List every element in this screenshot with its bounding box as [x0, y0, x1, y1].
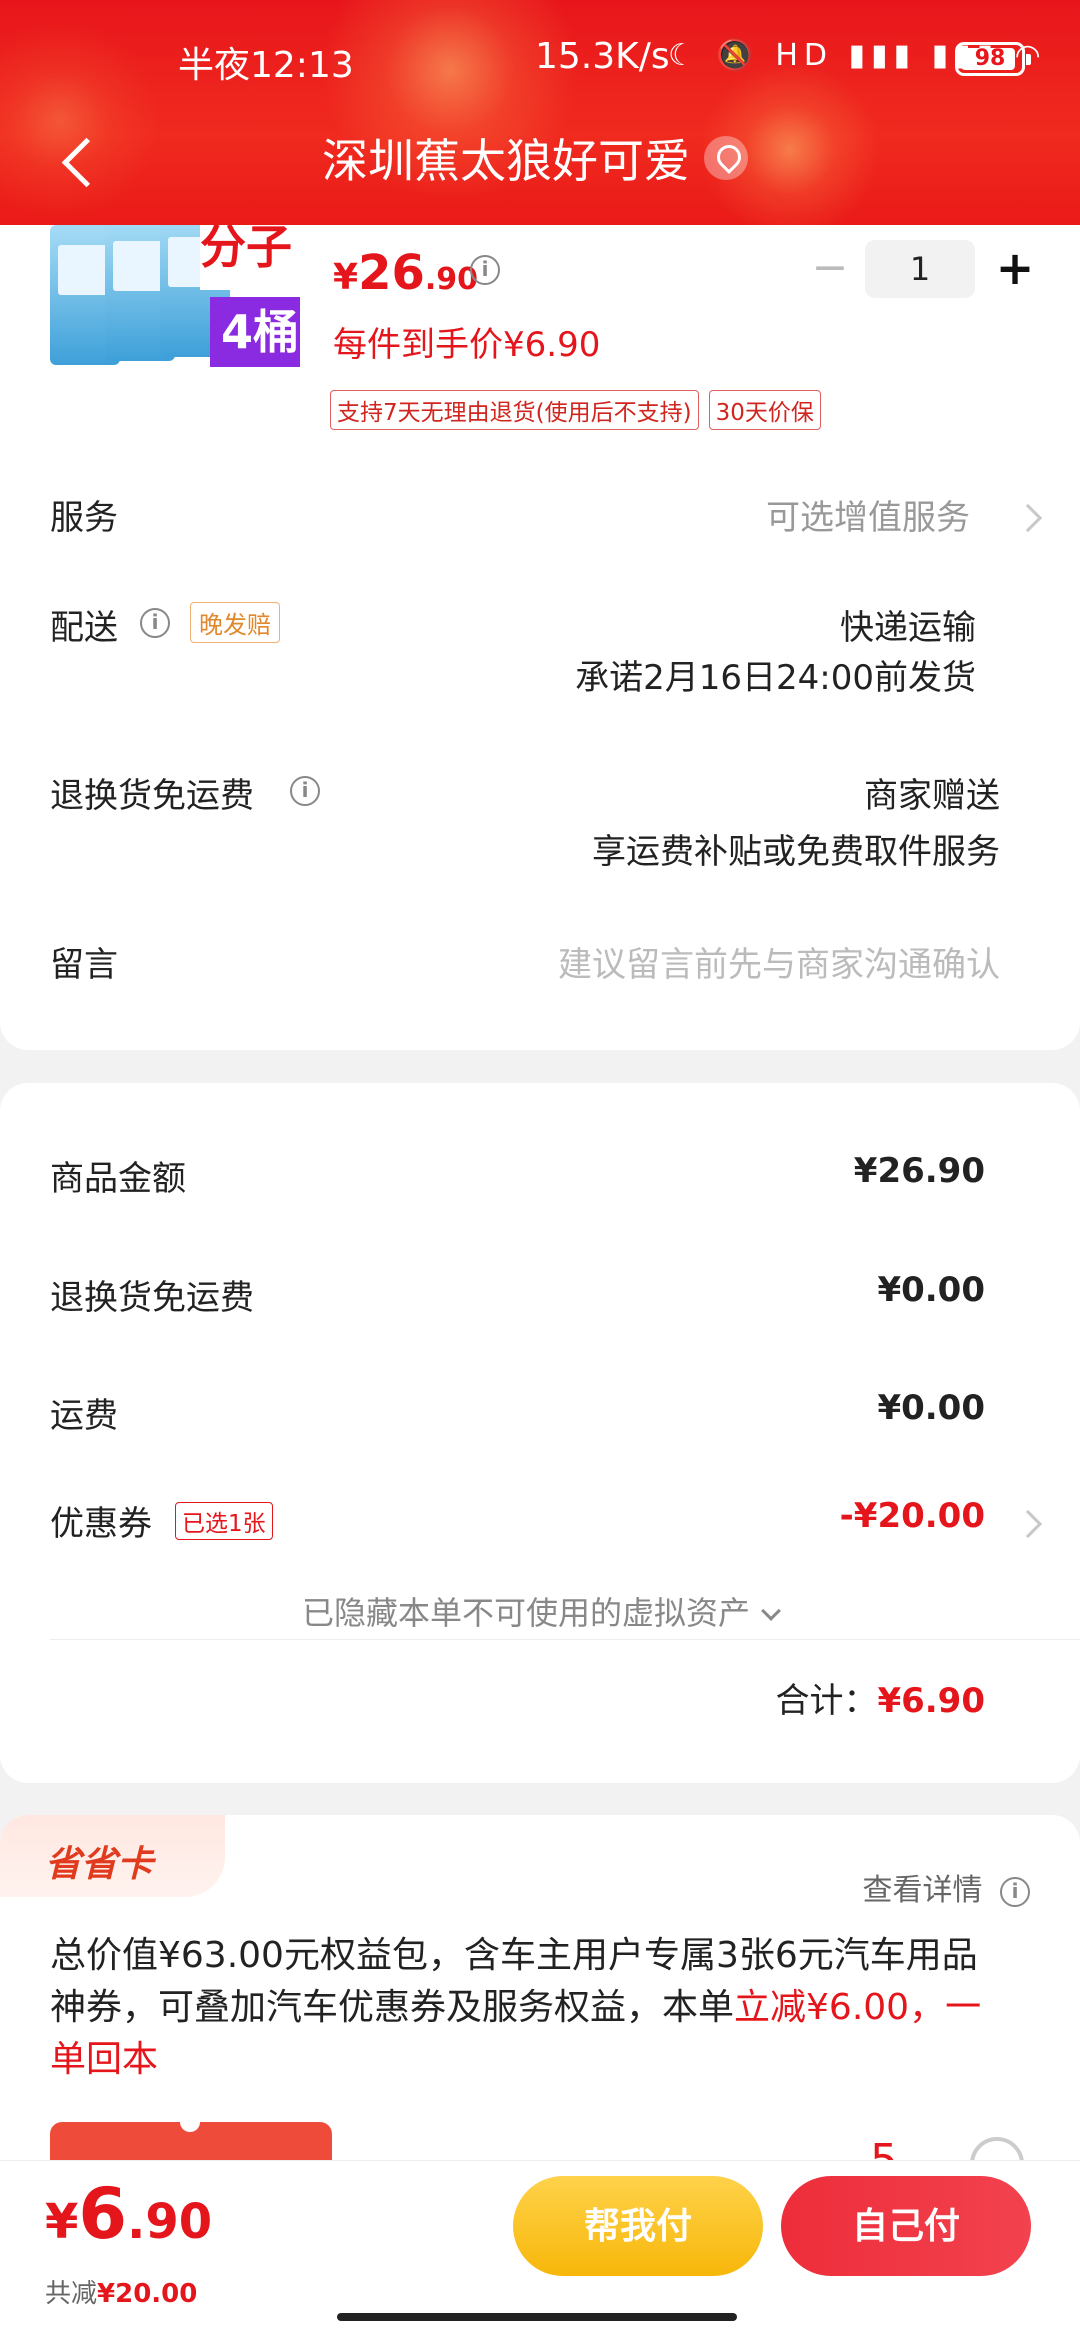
price-protect-tag: 30天价保	[708, 390, 821, 430]
checkout-price-integer: 6	[78, 2173, 128, 2255]
view-details-link[interactable]: 查看详情 i	[862, 1865, 1030, 1909]
info-icon[interactable]: i	[290, 776, 320, 806]
promo-text: 分子	[200, 225, 300, 290]
goods-amount-row: 商品金额 ¥26.90	[0, 1151, 1080, 1201]
chevron-down-icon	[761, 1601, 781, 1621]
delivery-method: 快递运输	[840, 608, 976, 648]
return-shipping-detail: 享运费补贴或免费取件服务	[592, 832, 1000, 872]
info-icon: i	[1000, 1876, 1030, 1907]
shop-name: 深圳蕉太狼好可爱	[322, 134, 690, 188]
shipping-fee-label: 运费	[50, 1396, 118, 1436]
divider	[50, 1639, 1080, 1640]
increase-button[interactable]: +	[990, 240, 1040, 300]
goods-amount-label: 商品金额	[50, 1159, 186, 1199]
savings-card-title: 省省卡	[45, 1844, 154, 1885]
saved-value: ¥20.00	[97, 2279, 198, 2309]
status-time: 半夜12:13	[178, 45, 354, 86]
price-integer: 26	[358, 245, 425, 301]
return-fee-row: 退换货免运费 ¥0.00	[0, 1270, 1080, 1320]
navbar: 深圳蕉太狼好可爱	[0, 115, 1080, 215]
help-me-pay-button[interactable]: 帮我付	[513, 2176, 763, 2276]
delivery-row: 配送 i 晚发赔 快递运输 承诺2月16日24:00前发货	[0, 600, 1080, 700]
note-row[interactable]: 留言 建议留言前先与商家沟通确认	[0, 937, 1080, 997]
chevron-right-icon	[1013, 503, 1043, 533]
info-icon[interactable]: i	[140, 608, 170, 638]
coupon-selected-badge: 已选1张	[175, 1502, 273, 1540]
order-total: 合计：¥6.90	[775, 1673, 985, 1722]
app-header: 半夜12:13 15.3K/s ☾ 🔕 HD ▮▮▮ ▮▮▮ ◠ 98 深圳蕉太…	[0, 0, 1080, 225]
info-icon[interactable]: i	[470, 255, 500, 285]
return-policy-tag: 支持7天无理由退货(使用后不支持)	[330, 390, 699, 430]
shipping-fee-value: ¥0.00	[877, 1388, 985, 1428]
pay-myself-button[interactable]: 自己付	[781, 2176, 1031, 2276]
price-symbol: ¥	[333, 257, 359, 298]
return-shipping-label: 退换货免运费	[50, 776, 254, 816]
service-row[interactable]: 服务 可选增值服务	[0, 490, 1080, 550]
page-title[interactable]: 深圳蕉太狼好可爱	[0, 125, 1080, 191]
chevron-right-icon	[1013, 1509, 1043, 1539]
checkout-price-decimal: .90	[127, 2194, 213, 2250]
note-label: 留言	[50, 945, 118, 985]
order-detail-card: 分子 4桶 ¥26.90 i 每件到手价¥6.90 支持7天无理由退货(使用后不…	[0, 225, 1080, 1050]
promo-count: 4桶	[210, 297, 300, 367]
shipping-fee-row: 运费 ¥0.00	[0, 1388, 1080, 1438]
battery-level: 98	[974, 46, 1006, 71]
total-label: 合计：	[775, 1681, 878, 1721]
battery-icon: 98	[955, 42, 1031, 76]
home-indicator[interactable]	[337, 2313, 737, 2321]
coupon-row[interactable]: 优惠券 已选1张 -¥20.00	[0, 1496, 1080, 1551]
late-compensation-badge: 晚发赔	[190, 602, 280, 643]
saved-label: 共减	[45, 2279, 98, 2309]
return-shipping-row: 退换货免运费 i 商家赠送 享运费补贴或免费取件服务	[0, 768, 1080, 878]
total-saved: 共减¥20.00	[45, 2273, 197, 2310]
coupon-label: 优惠券	[50, 1504, 152, 1544]
checkout-price-symbol: ¥	[45, 2194, 79, 2250]
quantity-input[interactable]: 1	[865, 240, 975, 298]
checkout-bar: ¥6.90 共减¥20.00 帮我付 自己付	[0, 2160, 1080, 2340]
delivery-promise: 承诺2月16日24:00前发货	[575, 658, 976, 698]
delivery-label: 配送	[50, 608, 118, 648]
goods-amount-value: ¥26.90	[853, 1151, 985, 1191]
hidden-assets-text: 已隐藏本单不可使用的虚拟资产	[301, 1594, 750, 1632]
service-value: 可选增值服务	[766, 498, 970, 538]
status-net-speed: 15.3K/s	[535, 36, 670, 77]
return-fee-label: 退换货免运费	[50, 1278, 254, 1318]
hidden-assets-toggle[interactable]: 已隐藏本单不可使用的虚拟资产	[0, 1588, 1080, 1634]
coupon-value: -¥20.00	[839, 1496, 985, 1536]
product-tags: 支持7天无理由退货(使用后不支持) 30天价保	[330, 390, 831, 430]
product-price: ¥26.90	[333, 245, 478, 301]
return-fee-value: ¥0.00	[877, 1270, 985, 1310]
checkout-price: ¥6.90	[45, 2173, 212, 2255]
return-shipping-value: 商家赠送	[864, 776, 1000, 816]
view-details-label: 查看详情	[862, 1873, 983, 1908]
status-bar: 半夜12:13 15.3K/s ☾ 🔕 HD ▮▮▮ ▮▮▮ ◠ 98	[0, 30, 1080, 90]
amount-summary-card: 商品金额 ¥26.90 退换货免运费 ¥0.00 运费 ¥0.00 优惠券 已选…	[0, 1083, 1080, 1783]
unit-price: 每件到手价¥6.90	[333, 325, 601, 365]
location-pin-icon[interactable]	[704, 136, 748, 180]
note-input[interactable]: 建议留言前先与商家沟通确认	[558, 937, 1000, 986]
service-label: 服务	[50, 498, 118, 538]
total-value: ¥6.90	[877, 1681, 985, 1721]
savings-card-description: 总价值¥63.00元权益包，含车主用户专属3张6元汽车用品神券，可叠加汽车优惠券…	[50, 1930, 1010, 2086]
product-image[interactable]: 分子 4桶	[50, 225, 300, 370]
decrease-button[interactable]: −	[810, 240, 850, 300]
